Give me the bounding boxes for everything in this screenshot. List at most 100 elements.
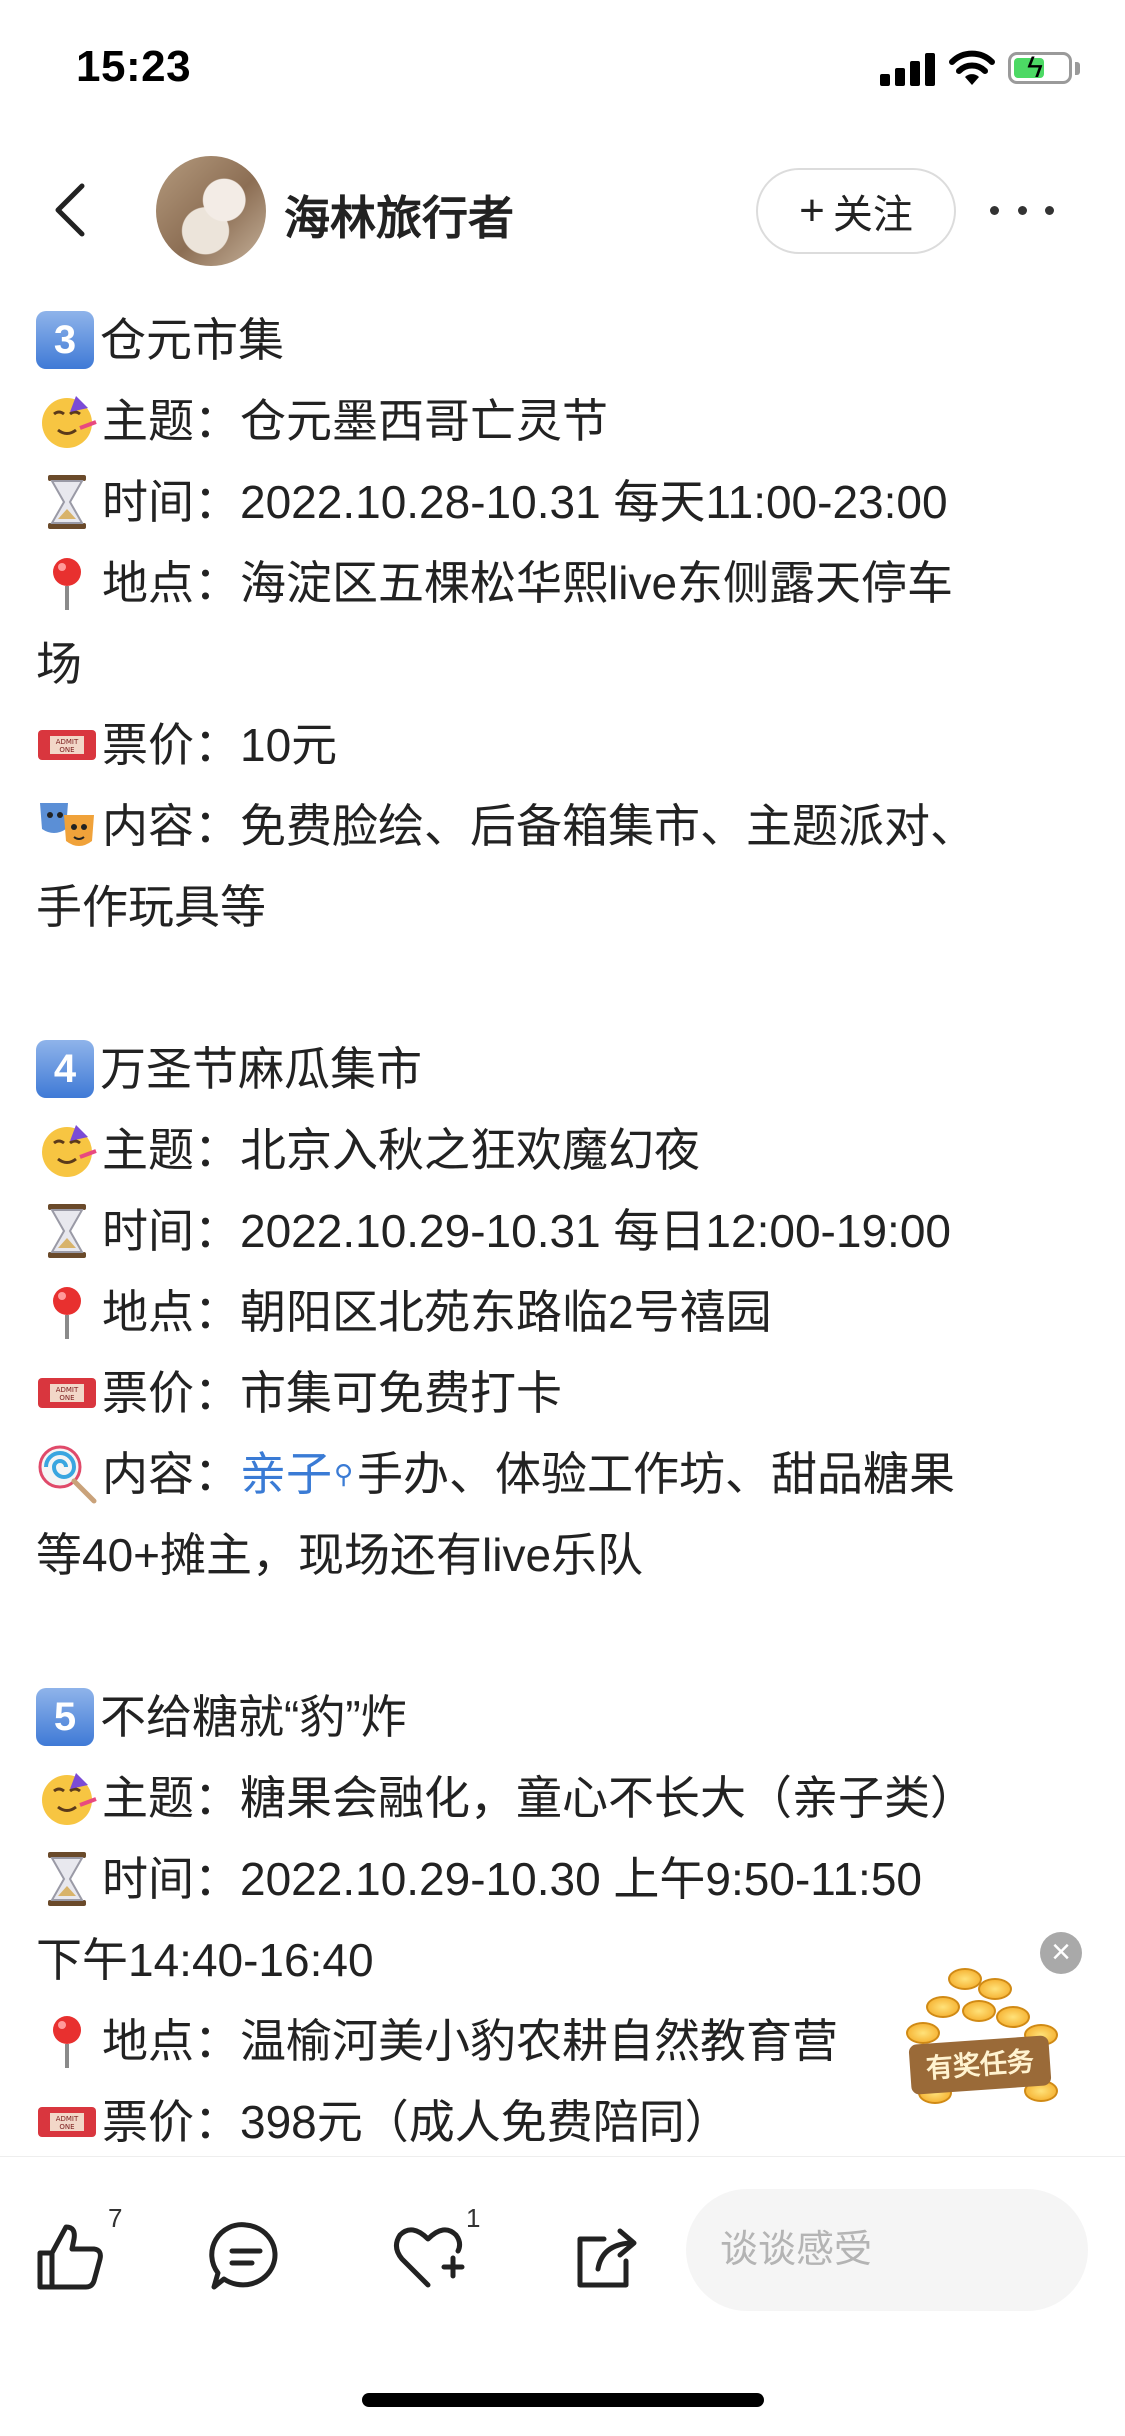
svg-text:ADMIT: ADMIT <box>56 1386 79 1394</box>
section-title-text: 万圣节麻瓜集市 <box>100 1043 422 1095</box>
svg-text:ONE: ONE <box>59 1394 74 1402</box>
reward-task-widget[interactable]: 有奖任务 <box>896 1960 1066 2110</box>
content-value-cont: 等40+摊主，现场还有live乐队 <box>36 1529 644 1581</box>
content-line-cont: 等40+摊主，现场还有live乐队 <box>36 1515 1096 1596</box>
place-line-cont: 场 <box>36 624 1096 705</box>
party-face-icon <box>42 1125 97 1177</box>
battery-icon: ϟ <box>1008 51 1072 84</box>
content-label: 内容： <box>102 1448 240 1500</box>
theme-line: 主题： 北京入秋之狂欢魔幻夜 <box>36 1110 1096 1191</box>
comment-icon[interactable] <box>206 2217 286 2297</box>
post-body: 3 仓元市集 主题： 仓元墨西哥亡灵节 时间： 2022.10.28-10.31… <box>36 300 1096 2163</box>
svg-text:ONE: ONE <box>59 746 74 754</box>
home-indicator <box>362 2393 764 2407</box>
section-title: 5 不给糖就“豹”炸 <box>36 1677 1096 1758</box>
place-value-cont: 场 <box>36 638 82 690</box>
content-label: 内容： <box>102 800 240 852</box>
ticket-icon: ADMITONE <box>38 1378 96 1408</box>
price-value: 市集可免费打卡 <box>240 1367 562 1419</box>
hourglass-icon <box>48 1204 86 1258</box>
back-icon[interactable] <box>42 180 102 240</box>
follow-button[interactable]: + 关注 <box>756 168 956 254</box>
price-label: 票价： <box>102 719 240 771</box>
ticket-icon: ADMITONE <box>38 730 96 760</box>
hourglass-icon <box>48 475 86 529</box>
pin-icon <box>53 1287 81 1339</box>
content-value: 手办、体验工作坊、甜品糖果 <box>357 1448 956 1500</box>
like-count: 7 <box>108 2203 123 2233</box>
share-icon[interactable] <box>570 2217 650 2297</box>
search-icon: ⚲ <box>334 1459 354 1489</box>
battery-cap <box>1075 62 1080 75</box>
comment-input[interactable]: 谈谈感受 <box>686 2189 1088 2311</box>
theme-value: 北京入秋之狂欢魔幻夜 <box>240 1124 700 1176</box>
theme-value: 糖果会融化，童心不长大（亲子类） <box>240 1772 976 1824</box>
theme-label: 主题： <box>102 395 240 447</box>
topic-tag-link[interactable]: 亲子 <box>240 1434 332 1515</box>
time-value: 2022.10.29-10.30 上午9:50-11:50 <box>240 1853 922 1905</box>
time-line: 时间： 2022.10.29-10.30 上午9:50-11:50 <box>36 1839 1096 1920</box>
author-avatar[interactable] <box>156 156 266 266</box>
content-line-cont: 手作玩具等 <box>36 867 1096 948</box>
post-header: 海林旅行者 + 关注 <box>0 150 1125 270</box>
place-value: 海淀区五棵松华熙live东侧露天停车 <box>240 557 954 609</box>
number-badge-icon: 5 <box>36 1688 94 1746</box>
time-line: 时间： 2022.10.29-10.31 每日12:00-19:00 <box>36 1191 1096 1272</box>
theme-line: 主题： 仓元墨西哥亡灵节 <box>36 381 1096 462</box>
content-value-cont: 手作玩具等 <box>36 881 266 933</box>
more-icon[interactable] <box>990 202 1054 218</box>
theme-line: 主题： 糖果会融化，童心不长大（亲子类） <box>36 1758 1096 1839</box>
number-badge-icon: 3 <box>36 311 94 369</box>
heart-plus-icon[interactable] <box>388 2217 468 2297</box>
pin-icon <box>53 558 81 610</box>
section-title-text: 不给糖就“豹”炸 <box>100 1691 407 1743</box>
time-label: 时间： <box>102 476 240 528</box>
masks-icon <box>40 803 94 846</box>
content-value: 免费脸绘、后备箱集市、主题派对、 <box>240 800 976 852</box>
time-label: 时间： <box>102 1205 240 1257</box>
ticket-icon: ADMITONE <box>38 2107 96 2137</box>
thumbs-up-icon[interactable] <box>30 2217 110 2297</box>
content-line: 内容： 亲子 ⚲ 手办、体验工作坊、甜品糖果 <box>36 1434 1096 1515</box>
price-value: 10元 <box>240 719 338 771</box>
section-title: 3 仓元市集 <box>36 300 1096 381</box>
lollipop-icon <box>38 1445 97 1504</box>
status-time: 15:23 <box>76 42 192 91</box>
number-badge-icon: 4 <box>36 1040 94 1098</box>
time-label: 时间： <box>102 1853 240 1905</box>
plus-icon: + <box>799 186 825 235</box>
svg-text:ADMIT: ADMIT <box>56 2115 79 2123</box>
svg-text:ADMIT: ADMIT <box>56 738 79 746</box>
wifi-icon <box>949 50 995 85</box>
party-face-icon <box>42 1773 97 1825</box>
place-line: 地点： 海淀区五棵松华熙live东侧露天停车 <box>36 543 1096 624</box>
theme-value: 仓元墨西哥亡灵节 <box>240 395 608 447</box>
cellular-signal-icon <box>880 52 936 86</box>
section-title: 4 万圣节麻瓜集市 <box>36 1029 1096 1110</box>
svg-text:ONE: ONE <box>59 2123 74 2131</box>
price-line: ADMIT ONE 票价： 10元 <box>36 705 1096 786</box>
status-bar: 15:23 ϟ <box>0 0 1125 140</box>
time-value: 2022.10.29-10.31 每日12:00-19:00 <box>240 1205 951 1257</box>
time-line: 时间： 2022.10.28-10.31 每天11:00-23:00 <box>36 462 1096 543</box>
place-value: 朝阳区北苑东路临2号禧园 <box>240 1286 772 1338</box>
follow-label: 关注 <box>832 193 913 237</box>
price-label: 票价： <box>102 1367 240 1419</box>
party-face-icon <box>42 396 97 448</box>
price-line: ADMIT ONE 票价： 市集可免费打卡 <box>36 1353 1096 1434</box>
section-title-text: 仓元市集 <box>100 314 284 366</box>
price-label: 票价： <box>102 2096 240 2148</box>
pin-icon <box>53 2016 81 2068</box>
hourglass-icon <box>48 1852 86 1906</box>
place-line: 地点： 朝阳区北苑东路临2号禧园 <box>36 1272 1096 1353</box>
author-name[interactable]: 海林旅行者 <box>284 182 514 248</box>
time-value-cont: 下午14:40-16:40 <box>36 1934 374 1986</box>
time-value: 2022.10.28-10.31 每天11:00-23:00 <box>240 476 948 528</box>
place-label: 地点： <box>102 557 240 609</box>
favorite-count: 1 <box>466 2203 481 2233</box>
place-label: 地点： <box>102 1286 240 1338</box>
theme-label: 主题： <box>102 1124 240 1176</box>
place-value: 温榆河美小豹农耕自然教育营 <box>240 2015 838 2067</box>
